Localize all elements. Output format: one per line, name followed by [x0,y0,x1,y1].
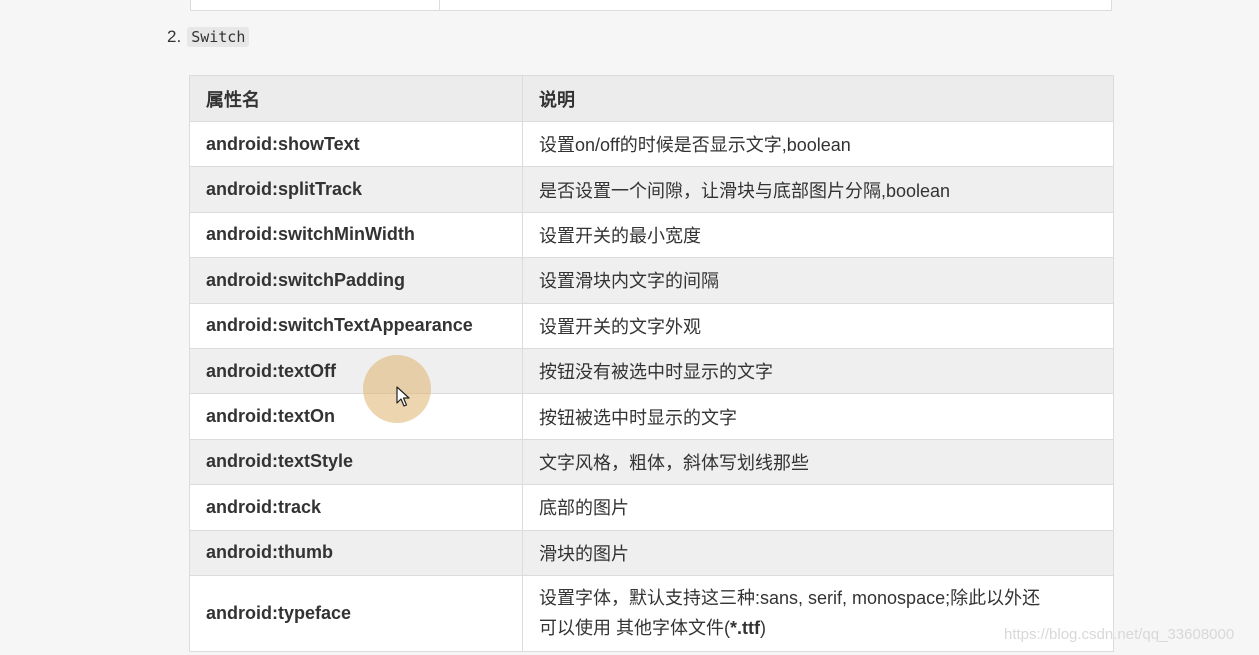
attribute-description: 按钮没有被选中时显示的文字 [522,347,1114,395]
mouse-pointer-icon [396,386,410,407]
attribute-name: android:textStyle [189,438,523,486]
table-row: android:track 底部的图片 [189,484,1114,531]
header-attribute-name: 属性名 [189,75,523,122]
table-header-row: 属性名 说明 [189,75,1114,122]
description-line-2-prefix: 可以使用 其他字体文件( [539,618,730,639]
table-row: android:splitTrack 是否设置一个间隙，让滑块与底部图片分隔,b… [189,166,1114,213]
table-row: android:thumb 滑块的图片 [189,529,1114,576]
table-row: android:textOff 按钮没有被选中时显示的文字 [189,347,1114,395]
table-row: android:switchPadding 设置滑块内文字的间隔 [189,257,1114,304]
attribute-description: 设置on/off的时候是否显示文字,boolean [522,120,1114,168]
description-line-2-suffix: ) [760,618,766,639]
table-row: android:showText 设置on/off的时候是否显示文字,boole… [189,120,1114,168]
attribute-name: android:textOff [189,347,523,395]
table-row: android:switchMinWidth 设置开关的最小宽度 [189,211,1114,259]
list-number: 2. [167,27,182,46]
table-row: android:switchTextAppearance 设置开关的文字外观 [189,302,1114,349]
attribute-name: android:textOn [189,393,523,440]
attribute-description: 设置滑块内文字的间隔 [522,257,1114,304]
attribute-description: 是否设置一个间隙，让滑块与底部图片分隔,boolean [522,166,1114,213]
attribute-description: 设置开关的最小宽度 [522,211,1114,259]
attribute-name: android:switchMinWidth [189,211,523,259]
header-description: 说明 [522,75,1114,122]
previous-table-divider [439,0,440,11]
table-row: android:textOn 按钮被选中时显示的文字 [189,393,1114,440]
switch-attributes-table: 属性名 说明 android:showText 设置on/off的时候是否显示文… [189,75,1114,652]
attribute-name: android:splitTrack [189,166,523,213]
list-item-switch: 2. Switch [167,26,250,48]
table-row: android:typeface 设置字体，默认支持这三种:sans, seri… [189,574,1114,652]
attribute-name: android:thumb [189,529,523,576]
attribute-name: android:switchPadding [189,257,523,304]
attribute-description: 按钮被选中时显示的文字 [522,393,1114,440]
description-line-1: 设置字体，默认支持这三种:sans, serif, monospace;除此以外… [539,588,1041,609]
description-line-2-bold: *.ttf [730,618,760,639]
attribute-description: 文字风格，粗体，斜体写划线那些 [522,438,1114,486]
attribute-description: 底部的图片 [522,484,1114,531]
attribute-description: 设置开关的文字外观 [522,302,1114,349]
watermark-text: https://blog.csdn.net/qq_33608000 [1004,626,1235,643]
attribute-name: android:showText [189,120,523,168]
table-row: android:textStyle 文字风格，粗体，斜体写划线那些 [189,438,1114,486]
attribute-name: android:switchTextAppearance [189,302,523,349]
code-label-switch: Switch [187,27,250,47]
attribute-description: 滑块的图片 [522,529,1114,576]
attribute-name: android:typeface [189,574,523,652]
previous-table-bottom [190,0,1112,11]
attribute-name: android:track [189,484,523,531]
